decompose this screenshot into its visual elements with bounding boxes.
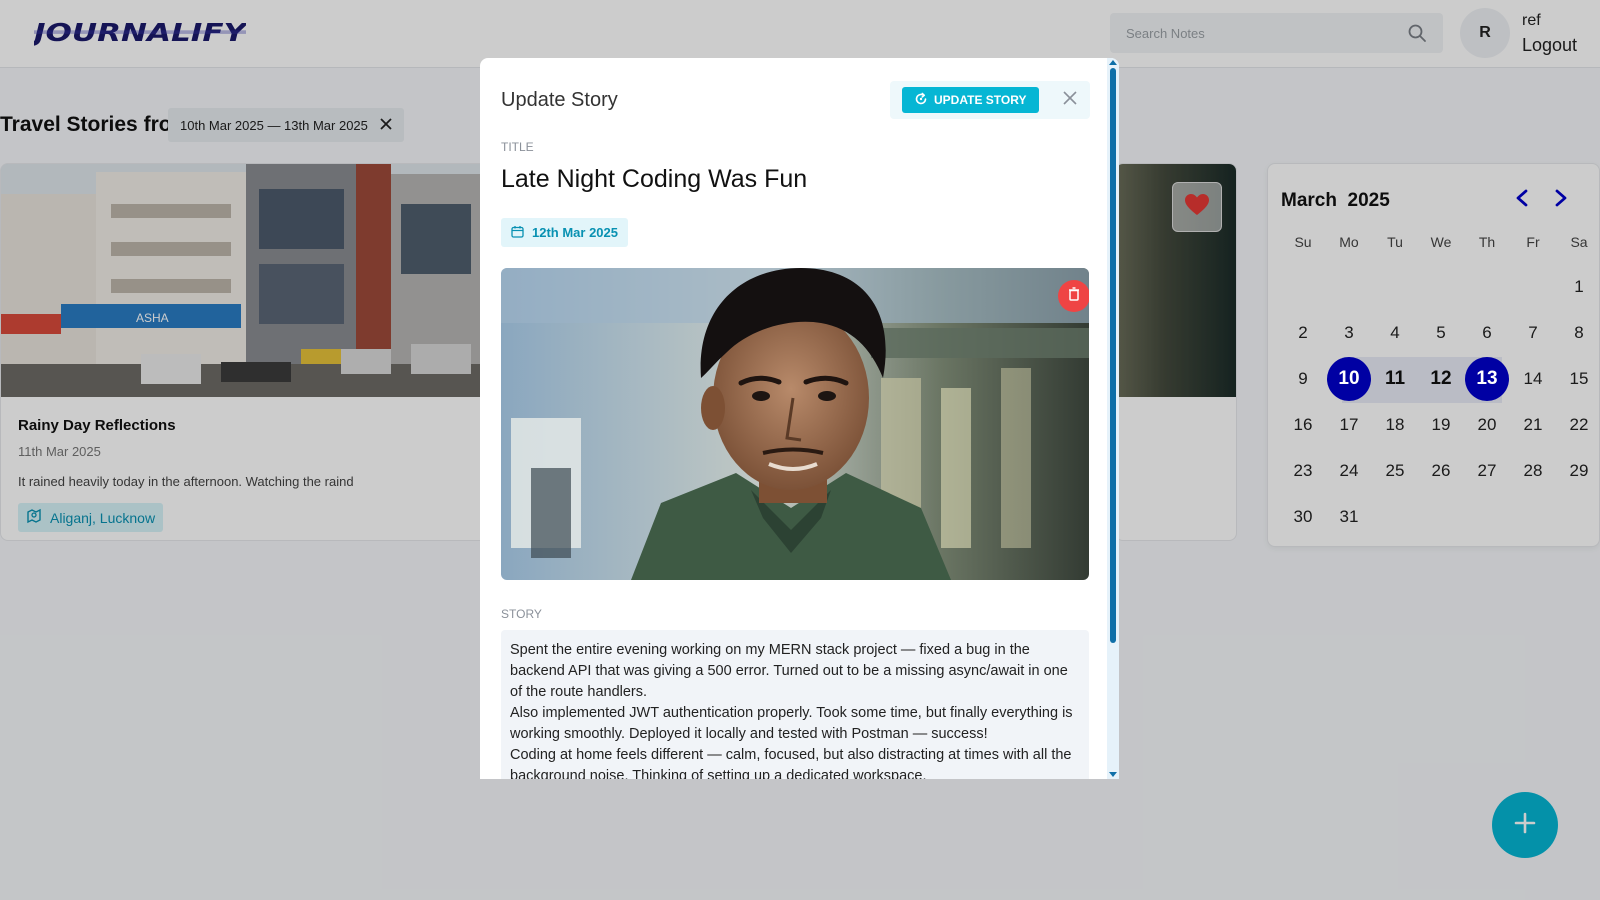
title-input[interactable]: Late Night Coding Was Fun [501, 165, 807, 194]
title-field-label: TITLE [501, 140, 534, 154]
story-date: 12th Mar 2025 [532, 225, 618, 240]
close-icon [1063, 90, 1077, 110]
modal-scrollbar[interactable] [1107, 58, 1119, 779]
close-modal-button[interactable] [1060, 90, 1080, 110]
story-paragraph: Coding at home feels different — calm, f… [510, 747, 1072, 779]
update-story-label: UPDATE STORY [934, 93, 1027, 107]
trash-icon [1068, 286, 1080, 306]
scroll-down-arrow[interactable] [1109, 772, 1117, 777]
delete-image-button[interactable] [1058, 280, 1089, 312]
update-story-modal: Update Story UPDATE STORY TITLE Late Nig… [480, 58, 1119, 779]
date-picker-button[interactable]: 12th Mar 2025 [501, 218, 628, 247]
modal-title: Update Story [501, 89, 618, 111]
story-photo [501, 268, 1089, 580]
story-textarea[interactable]: Spent the entire evening working on my M… [501, 630, 1089, 779]
refresh-icon [914, 92, 928, 109]
modal-actions: UPDATE STORY [890, 81, 1090, 119]
scroll-up-arrow[interactable] [1109, 60, 1117, 65]
scrollbar-thumb[interactable] [1110, 68, 1116, 643]
calendar-icon [511, 225, 524, 241]
story-paragraph: Spent the entire evening working on my M… [510, 642, 1068, 700]
story-paragraph: Also implemented JWT authentication prop… [510, 705, 1073, 742]
update-story-button[interactable]: UPDATE STORY [902, 87, 1040, 113]
story-field-label: STORY [501, 607, 542, 621]
